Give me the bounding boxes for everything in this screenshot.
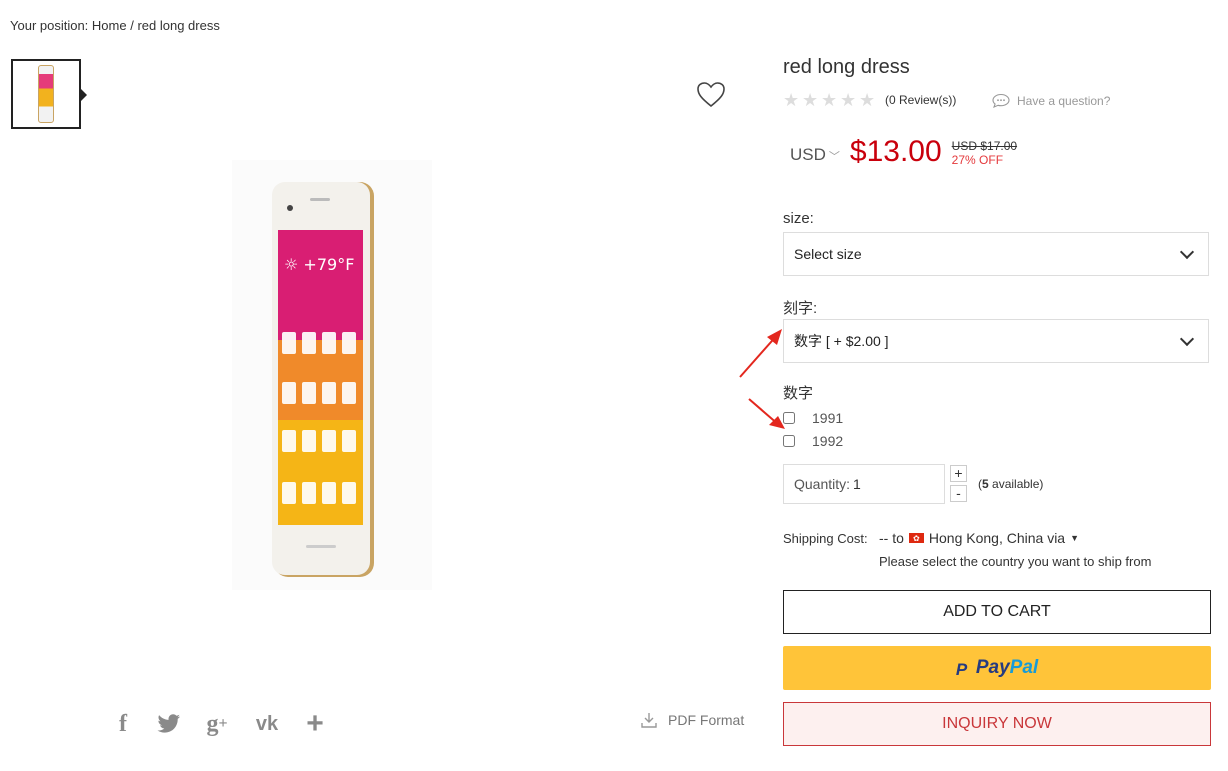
quantity-plus-button[interactable]: + (950, 465, 967, 482)
current-price: $13.00 (849, 135, 942, 168)
engraving-select[interactable]: 数字 [ + $2.00 ] (783, 319, 1209, 363)
quantity-stepper: + - (950, 465, 967, 502)
twitter-icon[interactable] (156, 708, 182, 740)
available-count: 5 (982, 477, 989, 491)
add-to-cart-button[interactable]: ADD TO CART (783, 590, 1211, 634)
annotation-arrow-icon (739, 329, 782, 378)
download-icon (641, 713, 657, 728)
price-comparison: USD $17.00 27% OFF (952, 139, 1017, 167)
chevron-down-icon (1179, 331, 1195, 346)
pdf-format-link[interactable]: PDF Format (640, 711, 744, 729)
chevron-down-icon (1179, 244, 1195, 259)
have-question-label: Have a question? (1017, 94, 1111, 108)
number-option-1992[interactable]: 1992 (783, 429, 843, 452)
rating-row: ★ ★ ★ ★ ★ (0 Review(s)) (783, 90, 956, 110)
quantity-value[interactable]: 1 (853, 476, 861, 492)
product-main-image[interactable]: ☼ +79°F (232, 160, 432, 590)
price-row: USD ﹀ $13.00 USD $17.00 27% OFF (790, 135, 1017, 169)
discount-badge: 27% OFF (951, 153, 1004, 167)
paypal-text-pal: Pal (1009, 657, 1039, 678)
engraving-select-value: 数字 [ + $2.00 ] (794, 333, 889, 349)
shipping-destination-label: Hong Kong, China via (928, 530, 1066, 546)
paypal-button[interactable]: P PayPal (783, 646, 1211, 690)
chat-bubble-icon (992, 93, 1010, 108)
rating-stars[interactable]: ★ ★ ★ ★ ★ (783, 90, 876, 110)
paypal-logo-icon: P (955, 660, 968, 679)
size-select-value: Select size (794, 246, 862, 262)
number-option-1991[interactable]: 1991 (783, 406, 843, 429)
quantity-field[interactable]: Quantity: 1 (783, 464, 945, 504)
number-option-label: 1992 (812, 432, 844, 449)
breadcrumb-home-link[interactable]: Home (92, 18, 127, 33)
availability-text: (5 available) (978, 477, 1043, 491)
size-label: size: (783, 210, 814, 227)
currency-value: USD (790, 145, 826, 164)
thumbnail-phone-image (38, 65, 54, 123)
breadcrumb: Your position: Home / red long dress (10, 18, 220, 33)
star-icon: ★ (802, 90, 819, 110)
pdf-format-label: PDF Format (668, 712, 745, 728)
breadcrumb-separator: / (126, 18, 138, 33)
product-title: red long dress (783, 56, 910, 78)
breadcrumb-current: red long dress (137, 18, 220, 33)
reviews-link[interactable]: (0 Review(s)) (885, 93, 956, 107)
currency-selector[interactable]: USD ﹀ (790, 145, 840, 165)
number-label: 数字 (783, 385, 814, 402)
breadcrumb-prefix: Your position: (10, 18, 92, 33)
star-icon: ★ (783, 90, 800, 110)
facebook-icon[interactable]: f (110, 708, 136, 740)
quantity-label: Quantity: (794, 476, 851, 492)
google-plus-icon[interactable]: g + (202, 708, 232, 740)
phone-image: ☼ +79°F (272, 182, 374, 577)
star-icon: ★ (859, 90, 876, 110)
star-icon: ★ (821, 90, 838, 110)
plus-icon[interactable]: + (302, 707, 328, 740)
chevron-down-icon: ﹀ (828, 151, 840, 163)
star-icon: ★ (840, 90, 857, 110)
caret-down-icon[interactable]: ▼ (1070, 533, 1079, 543)
number-checkbox[interactable] (783, 434, 795, 447)
have-question-link[interactable]: Have a question? (991, 93, 1110, 109)
share-bar: f g + vk + (110, 707, 328, 740)
shipping-note: Please select the country you want to sh… (879, 554, 1152, 569)
availability-suffix: available) (988, 477, 1044, 491)
inquiry-now-button[interactable]: INQUIRY NOW (783, 702, 1211, 746)
svg-text:☼ +79°F: ☼ +79°F (284, 255, 354, 274)
heart-icon[interactable] (697, 82, 725, 108)
number-option-label: 1991 (812, 409, 844, 426)
paypal-text-pay: Pay (975, 657, 1010, 678)
vk-icon[interactable]: vk (252, 708, 282, 740)
shipping-destination[interactable]: -- to ✿ Hong Kong, China via ▼ (879, 530, 1079, 546)
hong-kong-flag-icon: ✿ (908, 533, 924, 543)
quantity-minus-button[interactable]: - (950, 485, 967, 502)
old-price: USD $17.00 (951, 139, 1018, 153)
number-options: 1991 1992 (783, 406, 843, 452)
thumbnail-pointer (81, 89, 87, 101)
size-select[interactable]: Select size (783, 232, 1209, 276)
shipping-label: Shipping Cost: (783, 531, 868, 546)
engraving-label: 刻字: (783, 300, 818, 317)
shipping-prefix: -- to (879, 530, 904, 546)
annotation-arrow-icon (748, 398, 785, 429)
product-thumbnail[interactable] (11, 59, 81, 129)
